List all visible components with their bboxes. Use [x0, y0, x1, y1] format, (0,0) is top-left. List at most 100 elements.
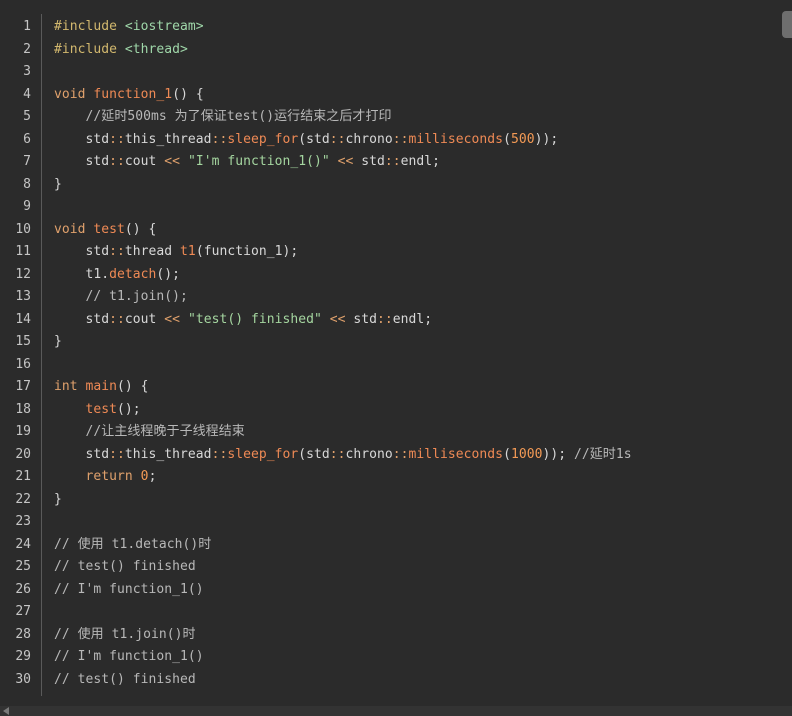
line-number: 5 — [23, 109, 31, 124]
code-line[interactable]: 25 // test() finished — [0, 556, 780, 579]
code-token: << — [164, 154, 181, 169]
code-token: t1 — [180, 244, 196, 259]
code-token: std — [345, 311, 378, 327]
horizontal-scrollbar[interactable] — [0, 706, 792, 716]
code-token: cout — [124, 311, 165, 327]
code-token: function_1 — [93, 86, 173, 102]
code-token: thread — [124, 244, 181, 259]
code-line[interactable]: 16 — [0, 354, 780, 377]
code-token: () { — [172, 86, 204, 102]
code-line[interactable]: 17 int main() { — [0, 376, 780, 399]
code-token: ( — [503, 446, 511, 462]
code-line[interactable]: 24 // 使用 t1.detach()时 — [0, 534, 780, 557]
code-line[interactable]: 11 std::thread t1(function_1); — [0, 241, 780, 264]
code-token: "I'm function_1()" — [187, 154, 330, 169]
code-token: t1. — [54, 266, 110, 282]
code-token: :: — [329, 446, 346, 462]
line-number: 2 — [23, 41, 31, 57]
code-text: void test() { — [54, 219, 156, 242]
code-line[interactable]: 6 std::this_thread::sleep_for(std::chron… — [0, 129, 780, 152]
code-token: chrono — [345, 131, 393, 147]
code-token: this_thread — [124, 446, 212, 462]
code-token: :: — [377, 311, 393, 327]
line-number: 19 — [15, 424, 31, 439]
code-token: 500 — [510, 131, 535, 147]
code-token: (function_1); — [195, 244, 299, 259]
code-line[interactable]: 22} — [0, 489, 780, 512]
code-token: // 使用 t1.join()时 — [54, 626, 196, 642]
code-line[interactable]: 9 — [0, 196, 780, 219]
code-line[interactable]: 3 — [0, 61, 780, 84]
line-number: 20 — [15, 446, 31, 462]
code-line[interactable]: 30 // test() finished — [0, 669, 780, 692]
code-line[interactable]: 1 #include <iostream> — [0, 16, 780, 39]
code-token: (std — [298, 446, 330, 462]
code-line[interactable]: 7 std::cout << "I'm function_1()" << std… — [0, 151, 780, 174]
code-line[interactable]: 29 // I'm function_1() — [0, 646, 780, 669]
code-token: return — [85, 469, 133, 484]
code-token: //让主线程晚于子线程结束 — [85, 424, 245, 439]
code-token: endl; — [400, 154, 441, 169]
code-line[interactable]: 19 //让主线程晚于子线程结束 — [0, 421, 780, 444]
code-line[interactable]: 18 test(); — [0, 399, 780, 422]
code-line[interactable]: 10 void test() { — [0, 219, 780, 242]
code-token: :: — [384, 154, 401, 169]
code-token: // t1.join(); — [85, 289, 188, 304]
code-token: void — [54, 86, 86, 102]
code-line[interactable]: 13 // t1.join(); — [0, 286, 780, 309]
code-line[interactable]: 23 — [0, 511, 780, 534]
code-text: //让主线程晚于子线程结束 — [54, 421, 245, 444]
code-line[interactable]: 27 — [0, 601, 780, 624]
code-token: "test() finished" — [187, 311, 322, 327]
code-text: std::this_thread::sleep_for(std::chrono:… — [54, 129, 559, 152]
code-line[interactable]: 8} — [0, 174, 780, 197]
line-number: 12 — [15, 266, 31, 282]
code-token: } — [54, 334, 62, 349]
code-line[interactable]: 20 std::this_thread::sleep_for(std::chro… — [0, 444, 780, 467]
code-line[interactable]: 14 std::cout << "test() finished" << std… — [0, 309, 780, 332]
code-text: std::this_thread::sleep_for(std::chrono:… — [54, 444, 632, 467]
line-number: 26 — [15, 581, 31, 597]
code-token: test — [85, 401, 118, 417]
code-token: () { — [124, 221, 157, 237]
code-line[interactable]: 21 return 0; — [0, 466, 780, 489]
code-line[interactable]: 12 t1.detach(); — [0, 264, 780, 287]
code-token: <thread> — [124, 41, 188, 57]
line-number: 4 — [23, 86, 31, 102]
code-token: ; — [148, 469, 157, 484]
code-line[interactable]: 28 // 使用 t1.join()时 — [0, 624, 780, 647]
code-line[interactable]: 15} — [0, 331, 780, 354]
code-token: #include — [54, 19, 118, 34]
scroll-left-arrow-icon[interactable] — [3, 707, 9, 715]
code-token: << — [164, 311, 181, 327]
code-token: cout — [124, 154, 165, 169]
line-number: 15 — [15, 334, 31, 349]
code-line[interactable]: 26 // I'm function_1() — [0, 579, 780, 602]
code-token: :: — [392, 446, 409, 462]
code-token: :: — [109, 311, 125, 327]
code-token: #include — [54, 41, 118, 57]
line-number: 29 — [15, 649, 31, 664]
code-token: std — [54, 131, 110, 147]
vertical-scrollbar-thumb[interactable] — [782, 11, 792, 38]
code-token: std — [54, 311, 110, 327]
code-line[interactable]: 2 #include <thread> — [0, 39, 780, 62]
code-line[interactable]: 5 //延时500ms 为了保证test()运行结束之后才打印 — [0, 106, 780, 129]
code-area[interactable]: 1 #include <iostream> 2 #include <thread> 3 4… — [0, 16, 780, 691]
line-number: 3 — [23, 64, 31, 79]
code-editor[interactable]: 1 #include <iostream> 2 #include <thread> 3 4… — [0, 0, 792, 716]
code-token: :: — [392, 131, 409, 147]
line-number: 18 — [15, 401, 31, 417]
code-token: //延时1s — [573, 446, 632, 462]
code-line[interactable]: 4 void function_1() { — [0, 84, 780, 107]
code-token: int — [54, 379, 78, 394]
code-token: (std — [298, 131, 330, 147]
code-token: << — [337, 154, 354, 169]
